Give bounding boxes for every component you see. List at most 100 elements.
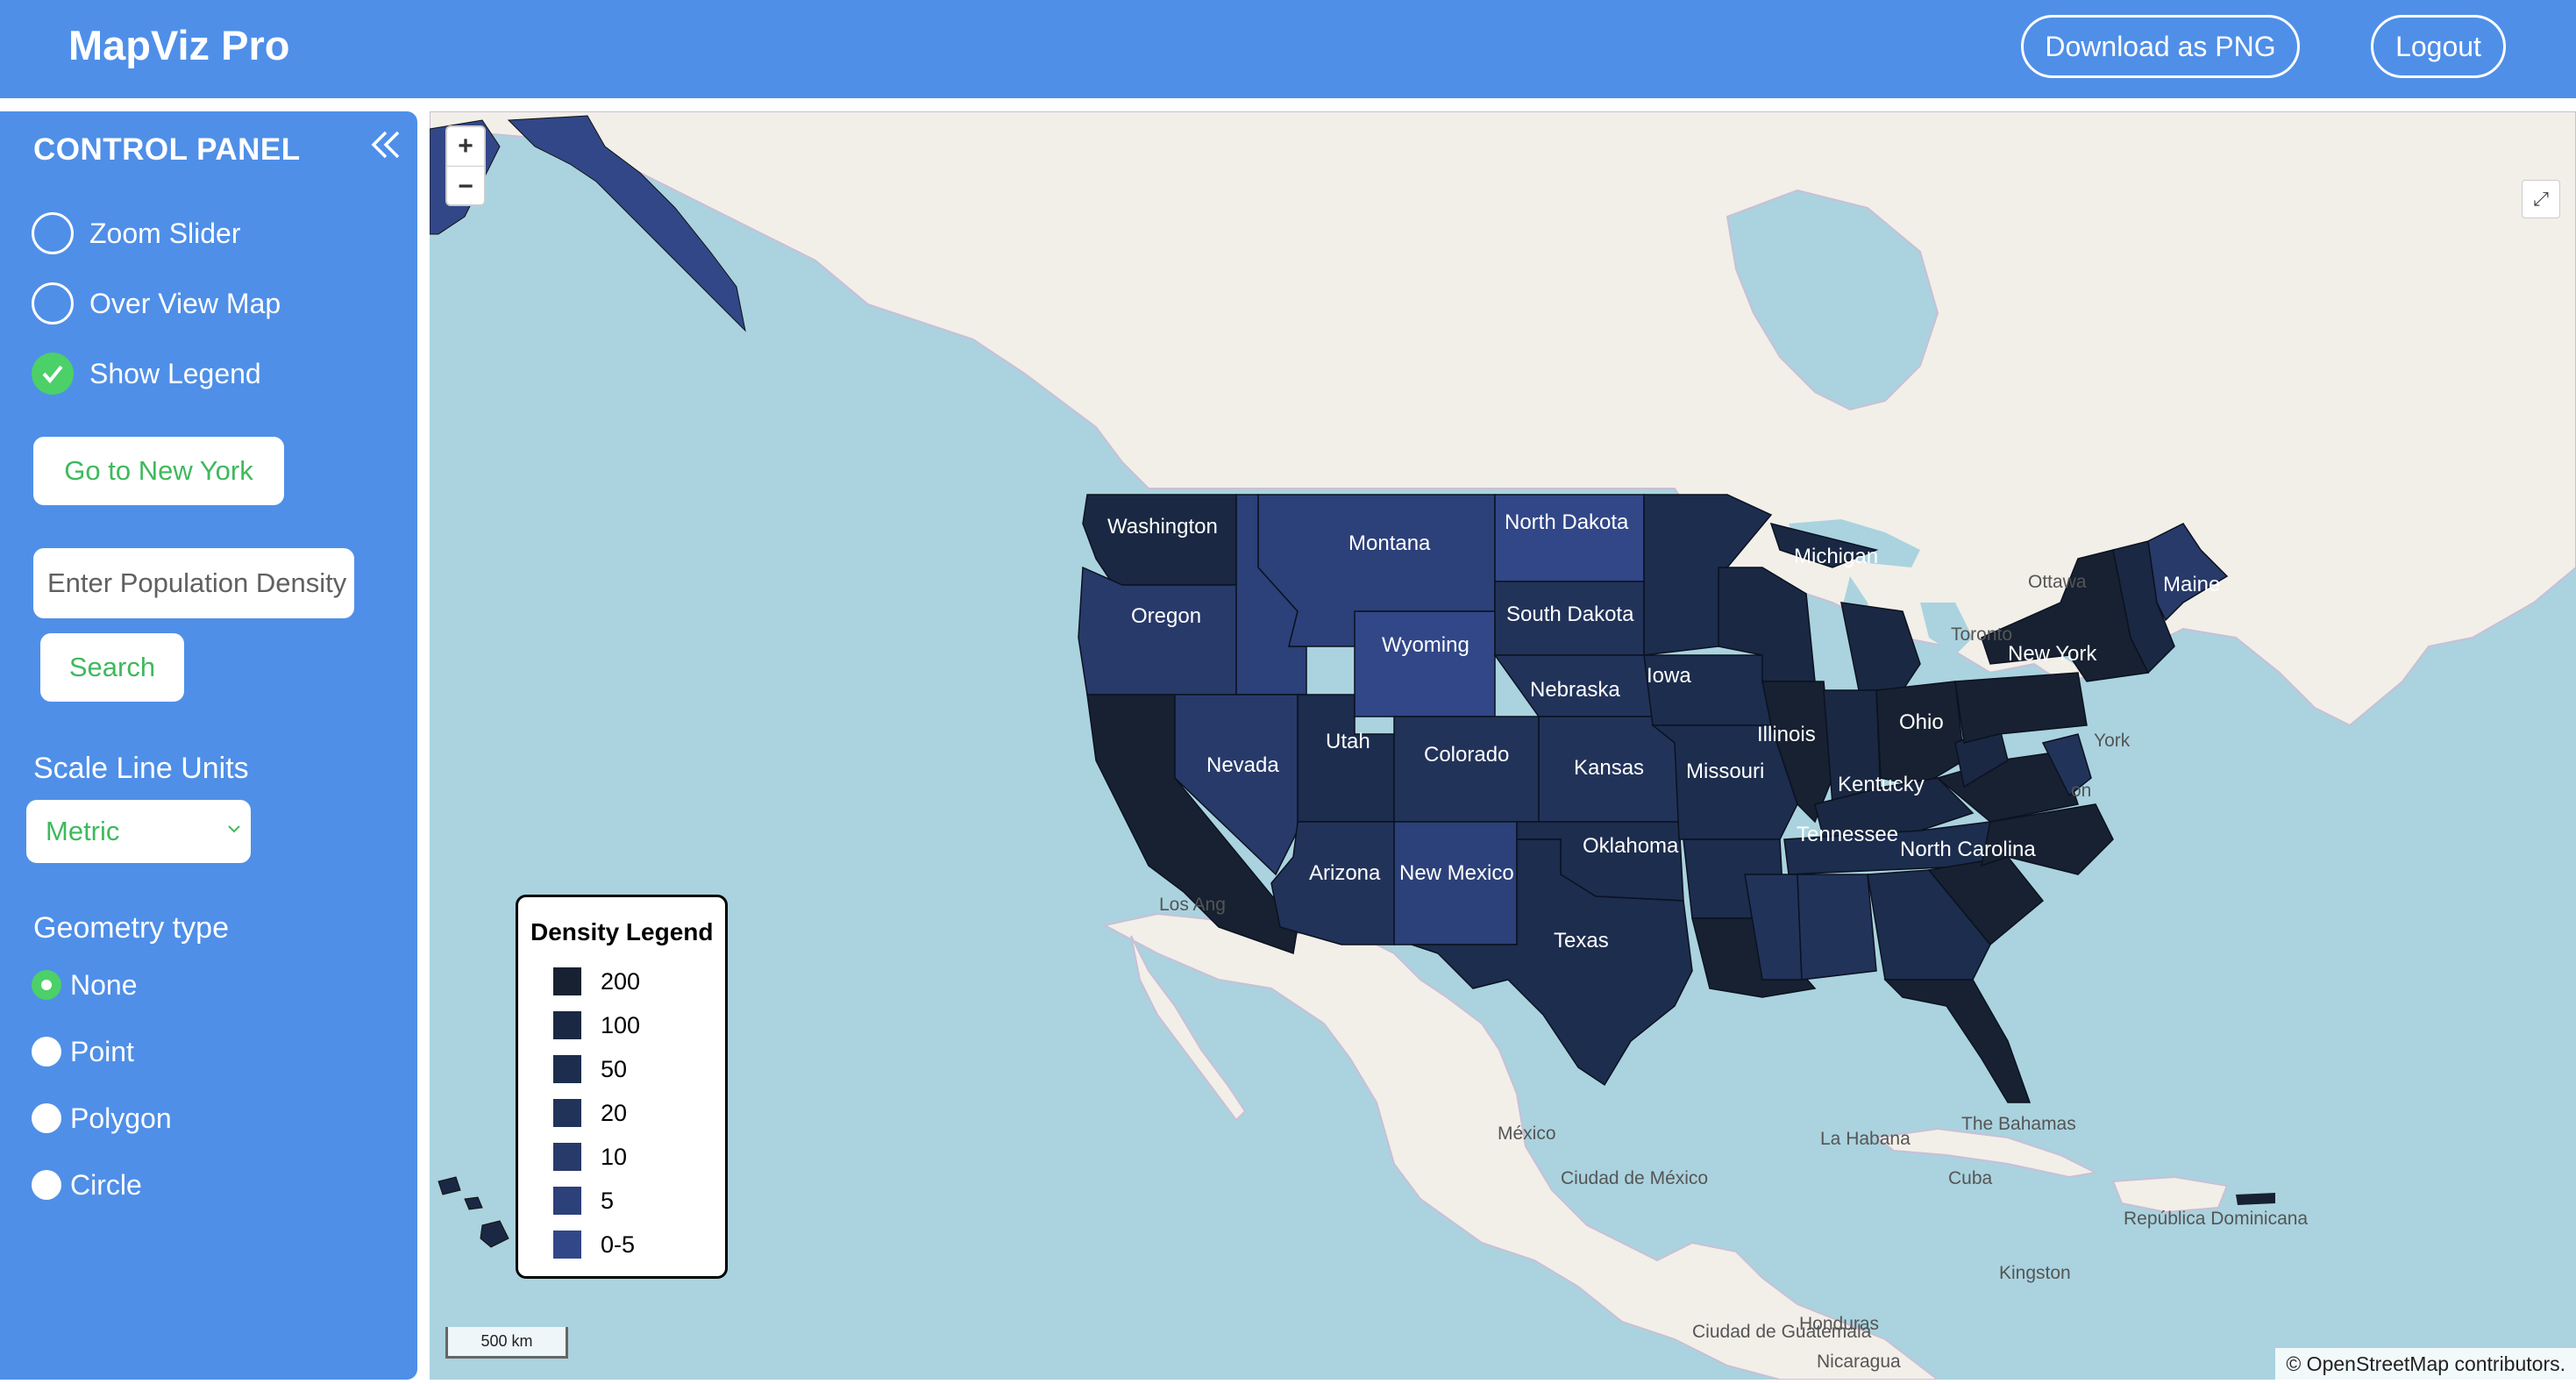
map-label-illinois: Illinois [1757, 723, 1816, 746]
legend-label: 20 [601, 1099, 628, 1126]
state-pennsylvania [1954, 672, 2088, 744]
zoom-slider-option[interactable]: Zoom Slider [32, 211, 241, 255]
show-legend-label: Show Legend [89, 357, 261, 389]
map-attribution[interactable]: © OpenStreetMap contributors. [2275, 1348, 2576, 1380]
basemap-label-dominican-republic: República Dominicana [2124, 1209, 2308, 1229]
state-ohio [1875, 681, 1965, 788]
control-panel: CONTROL PANEL Zoom Slider Over View Map … [0, 111, 417, 1380]
legend-label: 5 [601, 1187, 615, 1214]
map-label-utah: Utah [1326, 730, 1370, 753]
state-north-dakota [1494, 494, 1645, 582]
map-label-north-dakota: North Dakota [1505, 510, 1629, 534]
map-label-nebraska: Nebraska [1530, 678, 1620, 702]
map-label-new-mexico: New Mexico [1399, 861, 1514, 885]
map-label-iowa: Iowa [1647, 664, 1691, 688]
map-label-texas: Texas [1554, 929, 1609, 952]
checkbox-unchecked-icon[interactable] [32, 282, 74, 325]
state-oregon [1078, 566, 1237, 696]
map-label-ohio: Ohio [1899, 710, 1944, 734]
basemap-label-bahamas: The Bahamas [1961, 1114, 2076, 1134]
legend-row: 20 [553, 1099, 627, 1127]
legend-row: 5 [553, 1187, 614, 1215]
go-to-new-york-button[interactable]: Go to New York [33, 437, 284, 505]
collapse-chevrons-icon[interactable] [366, 125, 405, 164]
zoom-control: + − [445, 125, 486, 206]
hispaniola-island [2111, 1175, 2229, 1214]
basemap-label-la-habana: La Habana [1820, 1129, 1911, 1149]
map-label-oregon: Oregon [1131, 604, 1201, 628]
legend-swatch [553, 1231, 581, 1259]
basemap-label-ottawa: Ottawa [2028, 572, 2087, 592]
app-title: MapViz Pro [68, 22, 290, 68]
search-button[interactable]: Search [40, 633, 184, 702]
scale-units-select[interactable]: Metric [26, 800, 251, 863]
scale-line: 500 km [445, 1327, 568, 1359]
legend-label: 50 [601, 1055, 628, 1082]
map-label-north-carolina: North Carolina [1900, 838, 2036, 861]
basemap-label-york: York [2094, 731, 2131, 751]
radio-icon[interactable] [32, 1037, 61, 1067]
legend-row: 0-5 [553, 1231, 635, 1259]
logout-button[interactable]: Logout [2371, 15, 2506, 78]
basemap-label-toronto: Toronto [1951, 624, 2012, 645]
map-label-montana: Montana [1348, 531, 1431, 555]
legend-row: 50 [553, 1055, 627, 1083]
legend-row: 200 [553, 967, 640, 995]
map-label-wyoming: Wyoming [1382, 633, 1469, 657]
map-label-nevada: Nevada [1206, 753, 1279, 777]
legend-swatch [553, 1187, 581, 1215]
state-wyoming [1354, 610, 1496, 717]
map-view[interactable]: Washington Oregon Montana North Dakota S… [430, 111, 2576, 1380]
puerto-rico [2236, 1193, 2275, 1205]
show-legend-option[interactable]: Show Legend [32, 352, 261, 396]
radio-icon[interactable] [32, 1170, 61, 1200]
scale-units-value: Metric [46, 816, 120, 846]
zoom-in-button[interactable]: + [447, 127, 484, 167]
map-label-maine: Maine [2163, 573, 2220, 596]
geometry-circle-option[interactable]: Circle [32, 1166, 142, 1204]
basemap-label-washington-dc-partial: on [2071, 781, 2091, 801]
hawaii-islands [438, 1176, 509, 1248]
state-colorado [1393, 716, 1540, 823]
legend-title: Density Legend [530, 918, 714, 945]
zoom-slider-label: Zoom Slider [89, 217, 241, 249]
legend-swatch [553, 967, 581, 995]
map-label-missouri: Missouri [1686, 760, 1764, 783]
legend-label: 0-5 [601, 1231, 636, 1258]
map-label-tennessee: Tennessee [1797, 823, 1898, 846]
density-legend: Density Legend 200 100 50 20 10 5 0-5 [516, 895, 728, 1279]
legend-swatch [553, 1099, 581, 1127]
basemap-label-cuba: Cuba [1948, 1168, 1993, 1188]
geometry-polygon-label: Polygon [70, 1102, 172, 1134]
geometry-point-option[interactable]: Point [32, 1032, 134, 1071]
zoom-out-button[interactable]: − [447, 167, 484, 206]
map-label-michigan: Michigan [1794, 545, 1878, 568]
map-canvas[interactable]: Washington Oregon Montana North Dakota S… [430, 111, 2576, 1380]
fullscreen-icon[interactable]: ⤢ [2522, 180, 2560, 218]
map-label-kentucky: Kentucky [1838, 773, 1925, 796]
overview-map-option[interactable]: Over View Map [32, 282, 281, 325]
radio-selected-icon[interactable] [32, 970, 61, 1000]
legend-swatch [553, 1011, 581, 1039]
download-png-button[interactable]: Download as PNG [2021, 15, 2300, 78]
geometry-none-option[interactable]: None [32, 966, 138, 1004]
population-density-input[interactable] [33, 548, 354, 618]
map-label-kansas: Kansas [1574, 756, 1644, 780]
geometry-type-heading: Geometry type [33, 911, 229, 945]
state-washington [1082, 494, 1237, 586]
basemap-label-honduras: Honduras [1799, 1314, 1879, 1334]
scale-units-heading: Scale Line Units [33, 752, 249, 785]
geometry-point-label: Point [70, 1035, 134, 1067]
checkbox-unchecked-icon[interactable] [32, 212, 74, 254]
legend-label: 200 [601, 967, 641, 995]
geometry-polygon-option[interactable]: Polygon [32, 1099, 172, 1138]
basemap-label-kingston: Kingston [1999, 1263, 2071, 1283]
legend-swatch [553, 1143, 581, 1171]
checkmark-icon[interactable] [32, 353, 74, 395]
overview-map-label: Over View Map [89, 287, 281, 319]
state-alabama [1797, 874, 1877, 981]
radio-icon[interactable] [32, 1103, 61, 1133]
map-label-south-dakota: South Dakota [1506, 603, 1634, 626]
state-florida [1883, 979, 2032, 1103]
map-label-oklahoma: Oklahoma [1583, 834, 1679, 858]
